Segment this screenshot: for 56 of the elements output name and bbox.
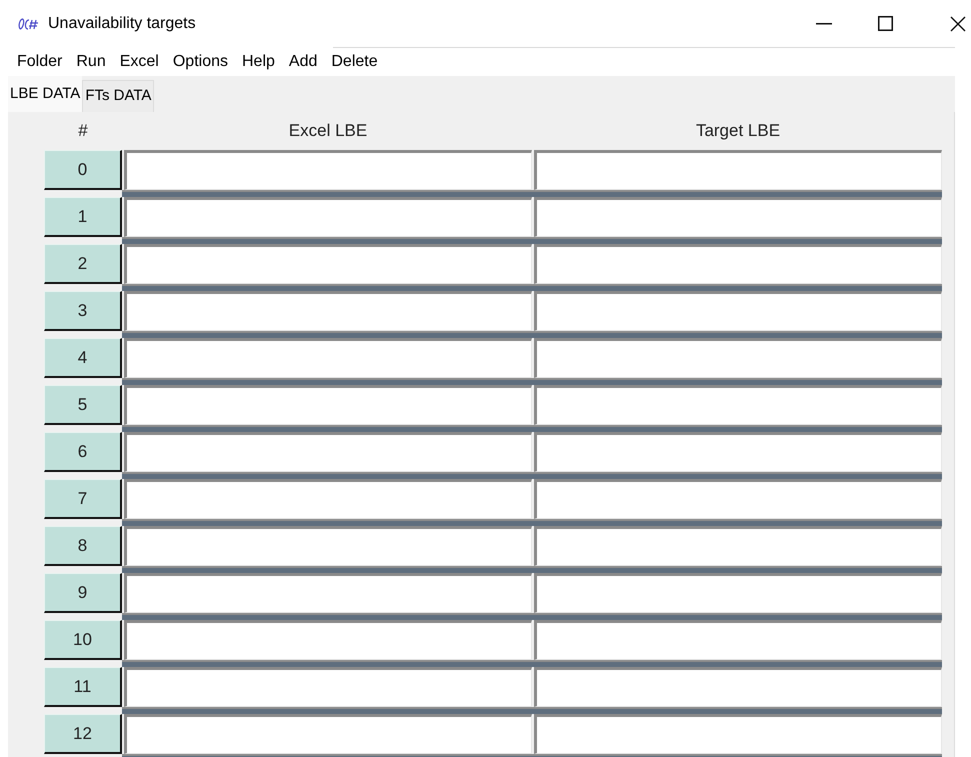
text-field[interactable] [124, 526, 532, 566]
text-field[interactable] [534, 714, 942, 754]
menu-item[interactable]: Options [166, 50, 235, 74]
text-field[interactable] [534, 244, 942, 284]
text-field[interactable] [534, 197, 942, 237]
maximize-icon[interactable] [878, 16, 893, 31]
text-field[interactable] [124, 573, 532, 613]
row-number-button[interactable]: 5 [44, 385, 122, 425]
column-header: Target LBE [696, 120, 780, 142]
text-field[interactable] [534, 667, 942, 707]
menu-item[interactable]: Add [282, 50, 324, 74]
menu-item[interactable]: Folder [10, 50, 70, 74]
tab[interactable]: LBE DATA [8, 76, 82, 112]
text-field[interactable] [124, 244, 532, 284]
text-field[interactable] [534, 150, 942, 190]
text-field[interactable] [534, 620, 942, 660]
text-field[interactable] [124, 714, 532, 754]
text-field[interactable] [124, 291, 532, 331]
window-title: Unavailability targets [48, 14, 196, 34]
row-number-button[interactable]: 6 [44, 432, 122, 472]
row-number-button[interactable]: 9 [44, 573, 122, 613]
text-field[interactable] [124, 385, 532, 425]
row-number-button[interactable]: 11 [44, 667, 122, 707]
app-icon [18, 16, 40, 30]
menu-item[interactable]: Help [234, 50, 282, 74]
menu-item[interactable]: Run [69, 50, 113, 74]
row-number-button[interactable]: 2 [44, 244, 122, 284]
row-number-button[interactable]: 4 [44, 338, 122, 378]
row-number-button[interactable]: 3 [44, 291, 122, 331]
text-field[interactable] [124, 338, 532, 378]
close-icon[interactable] [950, 16, 966, 32]
text-field[interactable] [534, 291, 942, 331]
text-field[interactable] [124, 150, 532, 190]
text-field[interactable] [124, 667, 532, 707]
row-number-button[interactable]: 0 [44, 150, 122, 190]
menu-item[interactable]: Delete [324, 50, 385, 74]
text-field[interactable] [124, 620, 532, 660]
tab[interactable]: FTs DATA [82, 80, 154, 112]
text-field[interactable] [534, 432, 942, 472]
row-number-button[interactable]: 1 [44, 197, 122, 237]
minimize-icon[interactable] [816, 22, 832, 24]
row-number-button[interactable]: 7 [44, 479, 122, 519]
text-field[interactable] [534, 479, 942, 519]
menu-item[interactable]: Excel [112, 50, 166, 74]
text-field[interactable] [534, 573, 942, 613]
text-field[interactable] [534, 526, 942, 566]
text-field[interactable] [534, 338, 942, 378]
column-header: Excel LBE [288, 120, 368, 142]
text-field[interactable] [124, 479, 532, 519]
text-field[interactable] [534, 385, 942, 425]
text-field[interactable] [124, 197, 532, 237]
text-field[interactable] [124, 432, 532, 472]
column-header: # [78, 120, 88, 142]
row-number-button[interactable]: 8 [44, 526, 122, 566]
row-number-button[interactable]: 10 [44, 620, 122, 660]
row-number-button[interactable]: 12 [44, 714, 122, 754]
